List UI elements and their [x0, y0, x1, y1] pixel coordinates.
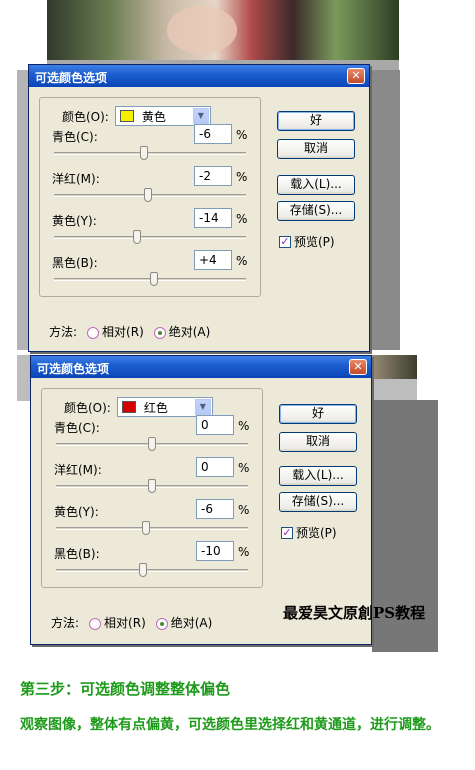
percent-label: %: [236, 128, 248, 142]
radio-relative-label: 相对(R): [104, 616, 146, 630]
step-title: 第三步：可选颜色调整整体偏色: [20, 680, 231, 698]
slider-thumb[interactable]: [138, 563, 147, 577]
radio-selected-icon: [153, 326, 166, 339]
color-swatch: [121, 401, 136, 413]
checkmark-icon[interactable]: ✓: [281, 526, 293, 539]
slider-label: 洋红(M):: [54, 463, 102, 477]
radio-absolute-label: 绝对(A): [170, 616, 213, 630]
radio-relative[interactable]: 相对(R): [89, 614, 146, 631]
slider-label: 黑色(B):: [54, 547, 100, 561]
percent-label: %: [238, 419, 250, 433]
load-button[interactable]: 载入(L)...: [279, 466, 357, 486]
close-icon[interactable]: ✕: [347, 68, 365, 84]
slider-thumb[interactable]: [149, 272, 158, 286]
adjust-group: 颜色(O): 红色 ▼ 青色(C): 0% 洋红(M): 0% 黄色(Y): -6% 黑色(…: [41, 388, 263, 588]
dialog-shadow: [370, 70, 400, 350]
dialog-titlebar[interactable]: 可选颜色选项 ✕: [29, 65, 369, 87]
left-shadow: [17, 70, 28, 350]
ok-button[interactable]: 好: [279, 404, 357, 424]
dialog-title: 可选颜色选项: [35, 71, 108, 85]
slider-row: 黑色(B): -10%: [54, 539, 250, 581]
dialog-title: 可选颜色选项: [37, 362, 110, 376]
percent-label: %: [238, 461, 250, 475]
checkmark-icon[interactable]: ✓: [279, 235, 291, 248]
save-button[interactable]: 存储(S)...: [277, 201, 355, 221]
step-description: 观察图像，整体有点偏黄，可选颜色里选择红和黄通道，进行调整。: [20, 717, 440, 733]
percent-label: %: [238, 503, 250, 517]
slider-thumb[interactable]: [142, 521, 151, 535]
preview-label: 预览(P): [294, 235, 335, 249]
watermark-text: 最爱昊文原創PS教程: [283, 604, 426, 622]
slider-label: 黑色(B):: [52, 256, 98, 270]
percent-label: %: [236, 170, 248, 184]
percent-label: %: [236, 212, 248, 226]
slider-label: 黄色(Y):: [52, 214, 97, 228]
selective-color-dialog-1: 可选颜色选项 ✕ 颜色(O): 黄色 ▼ 青色(C): -6% 洋红(M): -2% 黄…: [28, 64, 370, 352]
slider-label: 青色(C):: [52, 130, 98, 144]
method-label: 方法:: [51, 616, 80, 630]
slider-label: 洋红(M):: [52, 172, 100, 186]
cancel-button[interactable]: 取消: [279, 432, 357, 452]
slider-value-input[interactable]: -6: [194, 124, 232, 144]
slider-value-input[interactable]: -10: [196, 541, 234, 561]
radio-relative[interactable]: 相对(R): [87, 323, 144, 340]
dialog-titlebar[interactable]: 可选颜色选项 ✕: [31, 356, 371, 378]
slider-value-input[interactable]: 0: [196, 457, 234, 477]
slider-track[interactable]: [56, 569, 248, 572]
close-icon[interactable]: ✕: [349, 359, 367, 375]
slider-row: 洋红(M): 0%: [54, 455, 250, 497]
slider-row: 青色(C): -6%: [52, 122, 248, 164]
preview-label: 预览(P): [296, 526, 337, 540]
cancel-button[interactable]: 取消: [277, 139, 355, 159]
slider-thumb[interactable]: [140, 146, 149, 160]
slider-row: 洋红(M): -2%: [52, 164, 248, 206]
radio-absolute-label: 绝对(A): [168, 325, 211, 339]
method-row: 方法: 相对(R) 绝对(A): [51, 614, 212, 631]
slider-track[interactable]: [56, 527, 248, 530]
color-swatch: [119, 110, 134, 122]
ok-button[interactable]: 好: [277, 111, 355, 131]
slider-row: 黄色(Y): -6%: [54, 497, 250, 539]
slider-row: 黄色(Y): -14%: [52, 206, 248, 248]
load-button[interactable]: 载入(L)...: [277, 175, 355, 195]
radio-absolute[interactable]: 绝对(A): [155, 614, 213, 631]
slider-thumb[interactable]: [148, 479, 156, 493]
slider-thumb[interactable]: [144, 188, 153, 202]
slider-value-input[interactable]: +4: [194, 250, 232, 270]
slider-label: 青色(C):: [54, 421, 100, 435]
adjust-group: 颜色(O): 黄色 ▼ 青色(C): -6% 洋红(M): -2% 黄色(Y): -14%…: [39, 97, 261, 297]
slider-value-input[interactable]: -14: [194, 208, 232, 228]
radio-icon: [87, 326, 100, 339]
radio-absolute[interactable]: 绝对(A): [153, 323, 211, 340]
radio-relative-label: 相对(R): [102, 325, 144, 339]
preview-checkbox[interactable]: ✓ 预览(P): [281, 524, 337, 541]
percent-label: %: [236, 254, 248, 268]
slider-value-input[interactable]: -2: [194, 166, 232, 186]
percent-label: %: [238, 545, 250, 559]
preview-checkbox[interactable]: ✓ 预览(P): [279, 233, 335, 250]
method-label: 方法:: [49, 325, 78, 339]
radio-icon: [89, 617, 102, 630]
save-button[interactable]: 存储(S)...: [279, 492, 357, 512]
slider-value-input[interactable]: 0: [196, 415, 234, 435]
slider-thumb[interactable]: [133, 230, 142, 244]
slider-label: 黄色(Y):: [54, 505, 99, 519]
slider-thumb[interactable]: [148, 437, 156, 451]
slider-track[interactable]: [54, 152, 246, 155]
slider-row: 青色(C): 0%: [54, 413, 250, 455]
slider-value-input[interactable]: -6: [196, 499, 234, 519]
slider-row: 黑色(B): +4%: [52, 248, 248, 290]
slider-track[interactable]: [54, 236, 246, 239]
radio-selected-icon: [155, 617, 168, 630]
method-row: 方法: 相对(R) 绝对(A): [49, 323, 210, 340]
background-photo: [47, 0, 399, 60]
